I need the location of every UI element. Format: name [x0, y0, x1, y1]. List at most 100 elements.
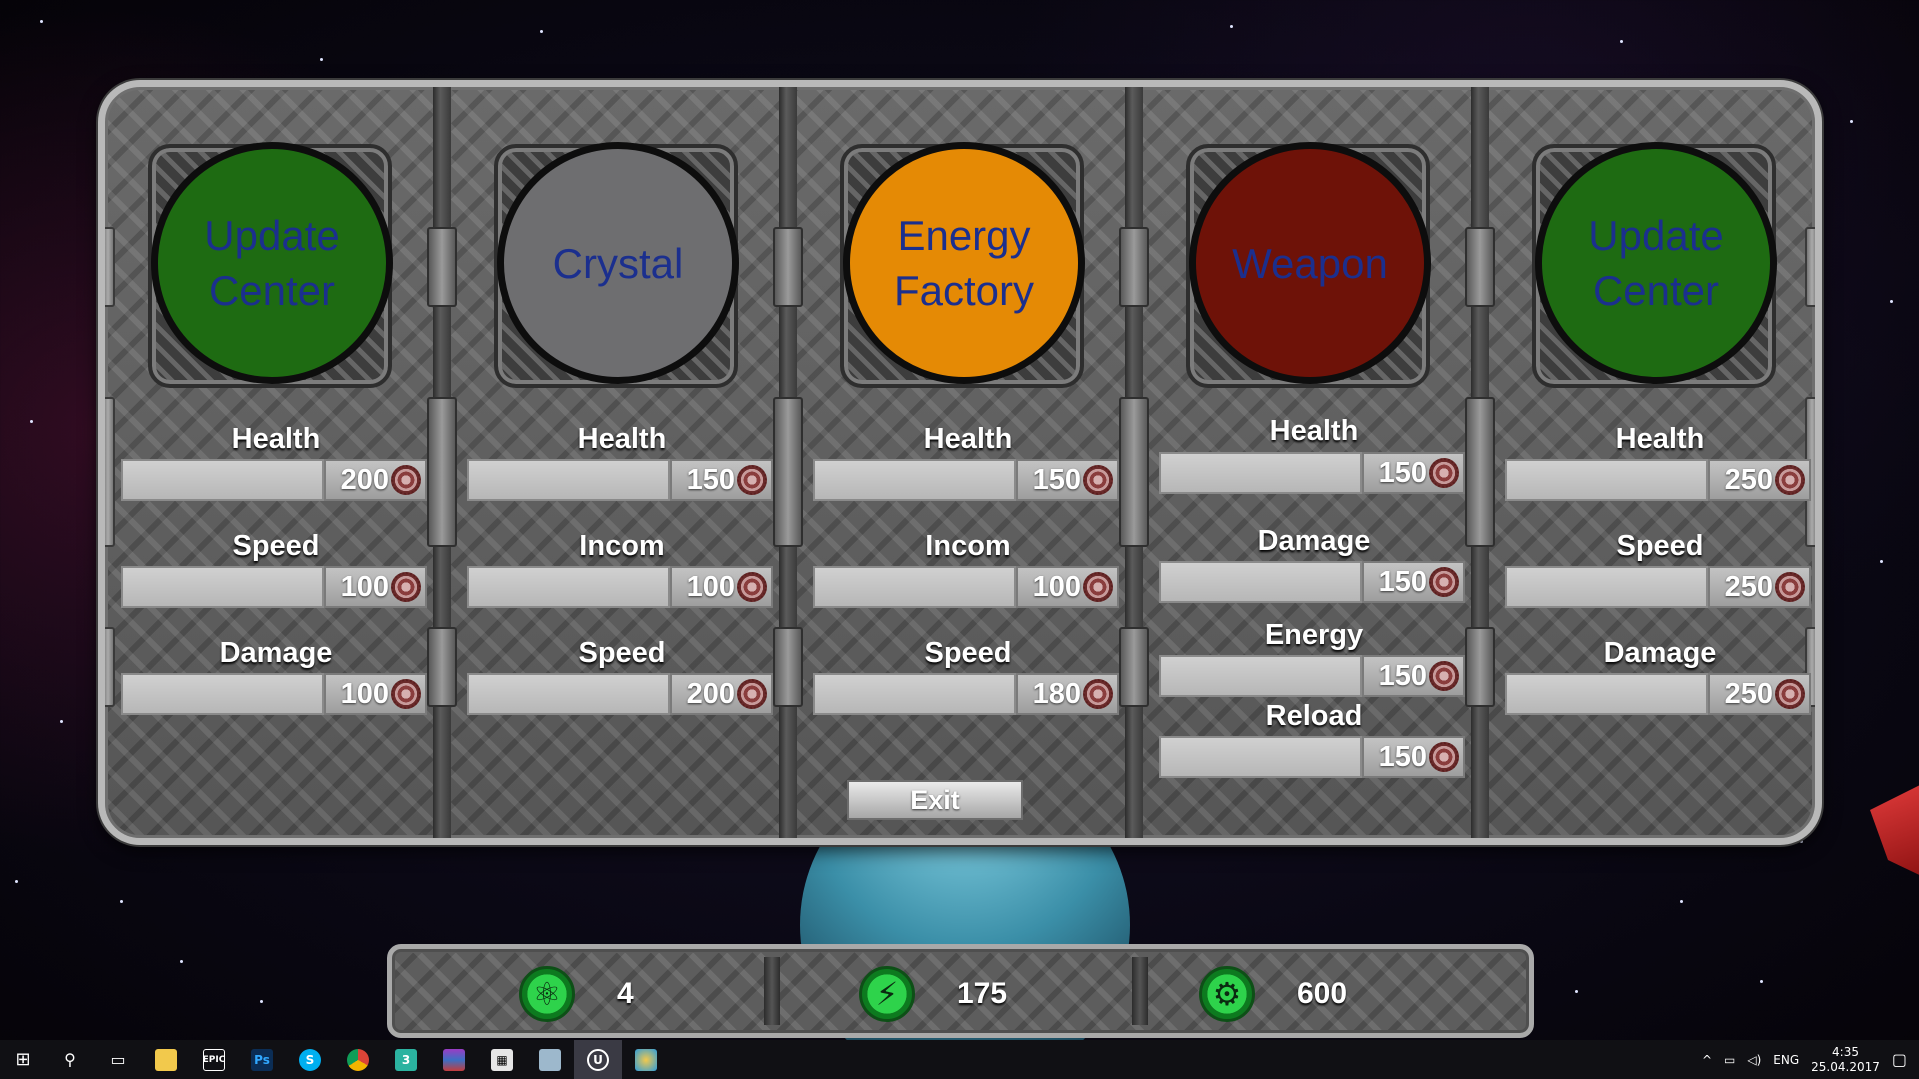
upgrade-speed-button[interactable]: 250	[1708, 566, 1811, 608]
stat-label: Damage	[219, 637, 333, 669]
upgrade-health-button[interactable]: 200	[324, 459, 427, 501]
stat-row-damage: 250	[1505, 673, 1813, 715]
upgrade-speed-button[interactable]: 200	[670, 673, 773, 715]
search-icon[interactable]: ⚲	[46, 1040, 94, 1079]
stat-bar	[1159, 561, 1362, 603]
skype-icon[interactable]: S	[286, 1040, 334, 1079]
badge-line: Update	[204, 212, 340, 259]
stat-label: Incom	[925, 530, 1011, 562]
stat-bar	[467, 566, 670, 608]
clock[interactable]: 4:35 25.04.2017	[1811, 1045, 1880, 1075]
badge-line: Center	[208, 267, 336, 314]
ps-label: Ps	[251, 1048, 273, 1071]
building-upgrade-panel: Update Center Health 200 Speed 100 Damage…	[98, 80, 1822, 845]
upgrade-speed-button[interactable]: 100	[324, 566, 427, 608]
stat-cost: 250	[1724, 677, 1773, 710]
ue-label: U	[587, 1048, 609, 1071]
upgrade-energy-button[interactable]: 150	[1362, 655, 1465, 697]
language-indicator[interactable]: ENG	[1773, 1053, 1799, 1067]
stat-cost: 150	[1378, 740, 1427, 773]
resource-parts: ⚙ 600	[1199, 964, 1347, 1024]
building-column-update-center-1: Update Center Health 200 Speed 100 Damage…	[105, 87, 449, 838]
building-badge-crystal[interactable]: Crystal	[497, 142, 739, 384]
badge-line: Crystal	[552, 239, 684, 287]
upgrade-health-button[interactable]: 150	[1362, 452, 1465, 494]
building-column-weapon: Weapon Health 150 Damage 150 Energy 150 …	[1141, 87, 1487, 838]
upgrade-incom-button[interactable]: 100	[670, 566, 773, 608]
upgrade-incom-button[interactable]: 100	[1016, 566, 1119, 608]
gear-icon	[737, 465, 767, 495]
stat-bar	[813, 566, 1016, 608]
stat-label: Health	[231, 423, 321, 455]
stat-bar	[467, 459, 670, 501]
gear-icon	[1429, 742, 1459, 772]
stat-bar	[121, 459, 324, 501]
building-badge-update-center[interactable]: Update Center	[151, 142, 393, 384]
stat-label: Incom	[579, 530, 665, 562]
gear-icon	[1775, 679, 1805, 709]
stat-bar	[1505, 673, 1708, 715]
stat-label: Health	[1615, 423, 1705, 455]
chevron-up-icon[interactable]: ^	[1702, 1053, 1712, 1067]
clock-time: 4:35	[1832, 1044, 1859, 1059]
upgrade-health-button[interactable]: 150	[1016, 459, 1119, 501]
stat-row-speed: 100	[121, 566, 429, 608]
paint-icon[interactable]	[622, 1040, 670, 1079]
badge-line: Factory	[893, 267, 1035, 314]
stat-cost: 100	[340, 677, 389, 710]
upgrade-damage-button[interactable]: 150	[1362, 561, 1465, 603]
badge-line: Weapon	[1232, 239, 1388, 287]
calculator-icon[interactable]: ▦	[478, 1040, 526, 1079]
stat-cost: 100	[686, 570, 735, 603]
upgrade-damage-button[interactable]: 250	[1708, 673, 1811, 715]
stat-row-damage: 150	[1159, 561, 1467, 603]
stat-row-speed: 200	[467, 673, 775, 715]
upgrade-health-button[interactable]: 250	[1708, 459, 1811, 501]
epic-games-icon[interactable]: EPIC	[190, 1040, 238, 1079]
unreal-engine-icon[interactable]: U	[574, 1040, 622, 1079]
stat-label: Energy	[1264, 619, 1364, 651]
upgrade-speed-button[interactable]: 180	[1016, 673, 1119, 715]
winrar-icon[interactable]	[430, 1040, 478, 1079]
stat-row-reload: 150	[1159, 736, 1467, 778]
stat-row-incom: 100	[467, 566, 775, 608]
resource-value: 600	[1297, 977, 1348, 1010]
upgrade-damage-button[interactable]: 100	[324, 673, 427, 715]
windows-start-icon[interactable]: ⊞	[0, 1040, 46, 1079]
stat-bar	[121, 673, 324, 715]
resource-bar: ⚛ 4 ⚡ 175 ⚙ 600	[387, 944, 1534, 1038]
volume-icon[interactable]: ◁)	[1747, 1053, 1761, 1067]
lightning-icon: ⚡	[859, 966, 915, 1022]
stat-bar	[1505, 459, 1708, 501]
stat-cost: 150	[1032, 463, 1081, 496]
network-icon[interactable]: ▭	[1724, 1053, 1735, 1067]
stat-cost: 100	[1032, 570, 1081, 603]
stat-cost: 200	[340, 463, 389, 496]
upgrade-health-button[interactable]: 150	[670, 459, 773, 501]
app-3-icon[interactable]: 3	[382, 1040, 430, 1079]
building-column-crystal: Crystal Health 150 Incom 100 Speed 200	[449, 87, 795, 838]
stat-bar	[1159, 452, 1362, 494]
gear-icon	[1775, 465, 1805, 495]
notifications-icon[interactable]: ▢	[1892, 1050, 1907, 1069]
exit-button[interactable]: Exit	[847, 780, 1023, 820]
explorer-window-icon[interactable]	[526, 1040, 574, 1079]
upgrade-reload-button[interactable]: 150	[1362, 736, 1465, 778]
stat-cost: 200	[686, 677, 735, 710]
photoshop-icon[interactable]: Ps	[238, 1040, 286, 1079]
gear-icon	[1083, 465, 1113, 495]
building-badge-update-center[interactable]: Update Center	[1535, 142, 1777, 384]
file-explorer-icon[interactable]	[142, 1040, 190, 1079]
building-badge-energy-factory[interactable]: Energy Factory	[843, 142, 1085, 384]
atom-icon: ⚛	[519, 966, 575, 1022]
stat-bar	[467, 673, 670, 715]
stat-bar	[121, 566, 324, 608]
stat-row-health: 150	[467, 459, 775, 501]
chrome-icon[interactable]	[334, 1040, 382, 1079]
building-column-energy-factory: Energy Factory Health 150 Incom 100 Speed…	[795, 87, 1141, 838]
resource-value: 175	[957, 977, 1008, 1010]
stat-row-health: 150	[1159, 452, 1467, 494]
building-badge-weapon[interactable]: Weapon	[1189, 142, 1431, 384]
task-view-icon[interactable]: ▭	[94, 1040, 142, 1079]
resource-energy: ⚡ 175	[859, 964, 1007, 1024]
